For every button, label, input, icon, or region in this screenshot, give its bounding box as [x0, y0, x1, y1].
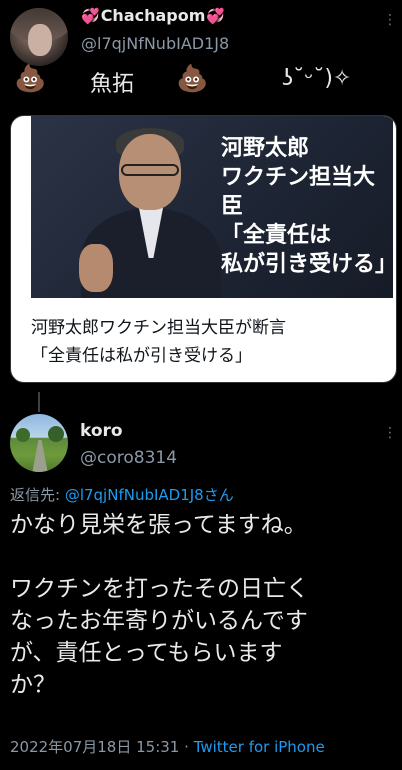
tweet-text-main: 魚拓: [90, 72, 135, 97]
card-image-overlay-text: 河野太郎 ワクチン担当大臣 「全責任は 私が引き受ける」: [221, 134, 393, 279]
heart-icon: 💞: [81, 6, 100, 25]
more-options-icon[interactable]: ⋮: [383, 425, 397, 441]
avatar-tree: [16, 428, 30, 442]
author-handle[interactable]: @coro8314: [80, 448, 177, 468]
card-title-line: 「全責任は私が引き受ける」: [31, 346, 252, 366]
avatar-road: [32, 440, 48, 472]
overlay-line: 「全責任は: [221, 222, 332, 248]
avatar-tree: [48, 426, 64, 442]
author-name-text: Chachapom: [100, 6, 206, 25]
reply-to-line: 返信先: @l7qjNfNubIAD1J8さん: [10, 484, 234, 505]
overlay-line: 河野太郎: [221, 135, 310, 161]
more-options-icon[interactable]: ⋮: [383, 12, 397, 28]
source-link[interactable]: Twitter for iPhone: [194, 738, 325, 756]
card-image: 河野太郎 ワクチン担当大臣 「全責任は 私が引き受ける」: [31, 116, 393, 298]
reply-to-prefix: 返信先:: [10, 486, 65, 504]
tweet-text-kaomoji: ʖ˘ᵕ˘)✧: [282, 66, 352, 91]
overlay-line: 私が引き受ける」: [221, 251, 393, 277]
quoted-tweet: 💞 Chachapom 💞 @l7qjNfNubIAD1J8 ⋮ 💩 魚拓 💩 ʖ˘…: [0, 0, 402, 392]
poop-emoji: 💩: [176, 64, 209, 94]
reply-to-handle-link[interactable]: @l7qjNfNubIAD1J8さん: [65, 486, 234, 504]
hand: [79, 244, 113, 292]
overlay-line: ワクチン担当大臣: [221, 164, 376, 219]
card-title-line: 河野太郎ワクチン担当大臣が断言: [31, 318, 286, 338]
author-name[interactable]: 💞 Chachapom 💞: [80, 6, 226, 25]
author-name[interactable]: koro: [80, 421, 123, 441]
avatar-face: [28, 24, 52, 56]
link-card[interactable]: 河野太郎 ワクチン担当大臣 「全責任は 私が引き受ける」 河野太郎ワクチン担当大…: [10, 115, 397, 383]
tweet-meta: 2022年07月18日 15:31 · Twitter for iPhone: [10, 736, 325, 757]
avatar[interactable]: [10, 414, 68, 472]
poop-emoji: 💩: [14, 64, 47, 94]
timestamp[interactable]: 2022年07月18日 15:31 ·: [10, 738, 194, 756]
thread-connector: [38, 392, 40, 412]
reply-text: かなり見栄を張ってますね。 ワクチンを打ったその日亡く なったお年寄りがいるんで…: [10, 512, 309, 698]
tweet-text: 💩 魚拓 💩 ʖ˘ᵕ˘)✧: [10, 64, 400, 100]
avatar[interactable]: [10, 8, 68, 66]
person-photo: [61, 126, 221, 298]
heart-icon: 💞: [206, 6, 226, 25]
glasses: [121, 164, 179, 176]
author-handle[interactable]: @l7qjNfNubIAD1J8: [81, 34, 229, 53]
card-title[interactable]: 河野太郎ワクチン担当大臣が断言 「全責任は私が引き受ける」: [31, 314, 391, 370]
